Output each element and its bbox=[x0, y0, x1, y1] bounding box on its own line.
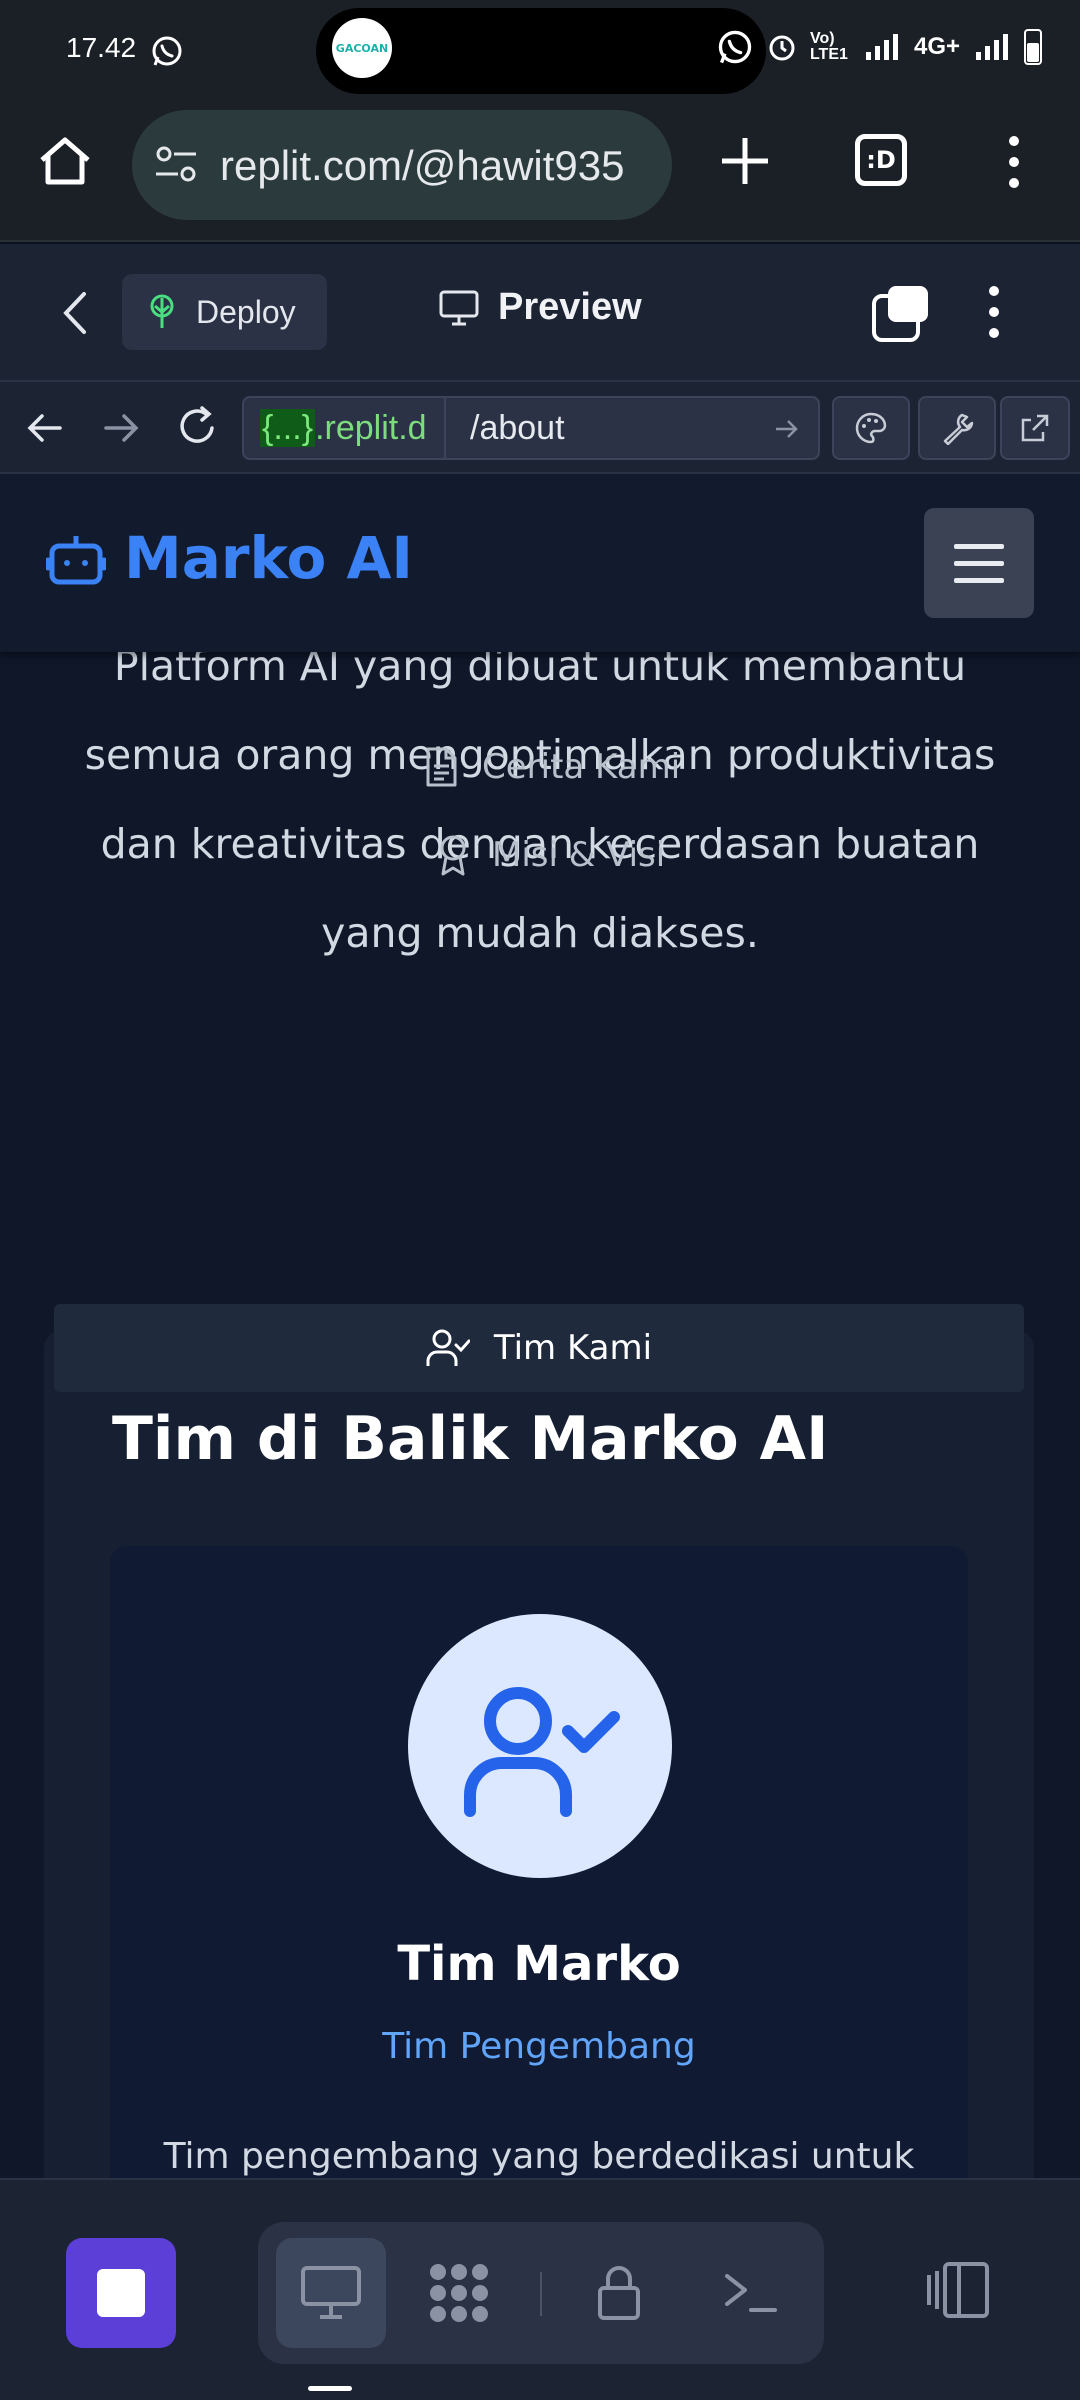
preview-pane-button[interactable] bbox=[276, 2238, 386, 2348]
site-settings-icon[interactable] bbox=[154, 144, 198, 184]
lock-icon bbox=[598, 2266, 640, 2320]
member-avatar bbox=[408, 1614, 672, 1878]
webview-toolbar: {...}.replit.d /about bbox=[0, 382, 1080, 474]
monitor-icon bbox=[301, 2266, 361, 2319]
team-heading: Tim di Balik Marko AI bbox=[112, 1404, 829, 1474]
divider bbox=[540, 2272, 542, 2316]
deploy-label: Deploy bbox=[196, 293, 296, 330]
wrench-icon bbox=[943, 413, 974, 445]
address-text: replit.com/@hawit935 bbox=[220, 142, 625, 189]
notification-avatar: GACOAN bbox=[332, 18, 392, 78]
brand-name: Marko AI bbox=[124, 524, 413, 592]
workspace-switcher bbox=[258, 2222, 824, 2364]
go-arrow-icon[interactable] bbox=[774, 416, 800, 442]
team-member-card: Tim Marko Tim Pengembang Tim pengembang … bbox=[110, 1546, 968, 2178]
palette-icon bbox=[855, 412, 887, 444]
status-time: 17.42 bbox=[66, 32, 137, 63]
home-icon[interactable] bbox=[36, 132, 94, 190]
status-bar: 17.42 GACOAN Vo) LTE1 4G+ bbox=[0, 0, 1080, 100]
menu-line bbox=[954, 560, 1004, 566]
webview-host: {...}.replit.d bbox=[246, 398, 446, 458]
replit-header: Deploy Preview bbox=[0, 244, 1080, 382]
sidebar-panel-icon bbox=[927, 2262, 989, 2318]
stop-icon bbox=[97, 2269, 145, 2317]
site-brand[interactable]: Marko AI bbox=[46, 524, 413, 592]
apps-button[interactable] bbox=[404, 2238, 514, 2348]
about-intro-text: Platform AI yang dibuat untuk membantu s… bbox=[84, 642, 996, 957]
alarm-icon bbox=[769, 35, 795, 61]
battery-icon bbox=[1024, 29, 1042, 65]
replit-bottom-bar bbox=[0, 2178, 1080, 2400]
webview-url-field[interactable]: {...}.replit.d /about bbox=[242, 396, 820, 460]
chevron-left-icon[interactable] bbox=[56, 288, 96, 338]
tab-tim-kami[interactable]: Tim Kami bbox=[54, 1304, 1024, 1392]
host-rest: .replit.d bbox=[315, 409, 427, 447]
external-link-icon bbox=[1021, 414, 1049, 442]
monitor-icon bbox=[439, 290, 479, 325]
whatsapp-icon bbox=[718, 30, 752, 64]
user-check-icon bbox=[464, 1687, 620, 1817]
replit-menu-button[interactable] bbox=[982, 286, 1006, 338]
host-brace: {...} bbox=[260, 409, 316, 447]
volte-indicator: Vo) LTE1 bbox=[809, 30, 848, 63]
network-type: 4G+ bbox=[913, 33, 960, 60]
tab-label: Tim Kami bbox=[493, 1328, 653, 1368]
signal-icon-2 bbox=[976, 34, 1008, 60]
status-icons: Vo) LTE1 4G+ bbox=[716, 28, 1042, 66]
preview-label: Preview bbox=[498, 286, 642, 328]
browser-menu-button[interactable] bbox=[1000, 136, 1028, 188]
panels-button[interactable] bbox=[920, 2240, 996, 2340]
devtools-button[interactable] bbox=[918, 396, 996, 460]
document-icon bbox=[426, 747, 457, 787]
forward-arrow-icon[interactable] bbox=[100, 406, 144, 450]
open-external-button[interactable] bbox=[1000, 396, 1070, 460]
award-icon bbox=[440, 835, 466, 876]
stop-button[interactable] bbox=[66, 2238, 176, 2348]
menu-line bbox=[954, 543, 1004, 549]
site-navbar: Marko AI bbox=[0, 474, 1080, 652]
signal-icon bbox=[865, 34, 898, 60]
member-description: Tim pengembang yang berdedikasi untuk bbox=[163, 2136, 915, 2177]
browser-toolbar: replit.com/@hawit935 :D bbox=[0, 100, 1080, 242]
tab-switcher-button[interactable]: :D bbox=[855, 134, 907, 186]
avatar-text: GACOAN bbox=[335, 41, 389, 55]
back-arrow-icon[interactable] bbox=[22, 406, 66, 450]
new-tab-icon[interactable] bbox=[718, 134, 772, 188]
robot-icon bbox=[46, 536, 106, 585]
member-role: Tim Pengembang bbox=[382, 2026, 696, 2067]
whatsapp-icon bbox=[152, 36, 182, 66]
deploy-button[interactable]: Deploy bbox=[122, 274, 327, 350]
webview-path: /about bbox=[470, 409, 565, 447]
member-name: Tim Marko bbox=[397, 1936, 681, 1992]
address-bar[interactable]: replit.com/@hawit935 bbox=[132, 110, 672, 220]
preview-tab[interactable]: Preview bbox=[438, 286, 642, 329]
terminal-icon bbox=[725, 2274, 777, 2312]
reload-icon[interactable] bbox=[176, 404, 220, 450]
tab-misi-visi[interactable]: Misi & Visi bbox=[438, 834, 665, 876]
tab-label: Misi & Visi bbox=[492, 835, 666, 875]
tab-switcher-label: :D bbox=[866, 146, 896, 174]
gesture-bar bbox=[308, 2386, 352, 2391]
apps-grid-icon bbox=[430, 2264, 488, 2322]
theme-button[interactable] bbox=[832, 396, 910, 460]
menu-toggle-button[interactable] bbox=[924, 508, 1034, 618]
tab-cerita-kami[interactable]: Cerita Kami bbox=[424, 746, 680, 788]
tabs-icon[interactable] bbox=[870, 284, 930, 344]
menu-line bbox=[954, 577, 1004, 583]
tab-label: Cerita Kami bbox=[482, 747, 681, 787]
deploy-icon bbox=[150, 294, 174, 328]
user-check-icon bbox=[426, 1329, 470, 1366]
secrets-button[interactable] bbox=[564, 2238, 674, 2348]
shell-button[interactable] bbox=[696, 2238, 806, 2348]
web-preview: Marko AI Platform AI yang dibuat untuk m… bbox=[0, 474, 1080, 2178]
